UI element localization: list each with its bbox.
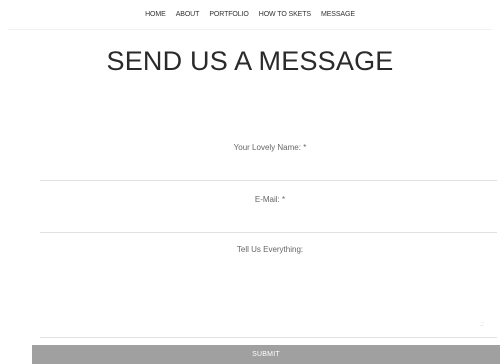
top-navigation: HOME ABOUT PORTFOLIO HOW TO SKETS MESSAG…	[0, 11, 500, 18]
nav-divider	[8, 29, 492, 30]
nav-item-how-to-skets[interactable]: HOW TO SKETS	[259, 11, 311, 18]
nav-item-message[interactable]: MESSAGE	[321, 11, 355, 18]
name-field-label: Your Lovely Name: *	[233, 143, 307, 152]
email-field-label: E-Mail: *	[254, 195, 286, 204]
name-field[interactable]	[40, 156, 497, 181]
page-title: SEND US A MESSAGE	[106, 46, 394, 76]
nav-item-about[interactable]: ABOUT	[176, 11, 200, 18]
nav-item-home[interactable]: HOME	[145, 11, 166, 18]
contact-page: HOME ABOUT PORTFOLIO HOW TO SKETS MESSAG…	[0, 0, 500, 364]
message-field-label: Tell Us Everything:	[236, 245, 304, 254]
nav-item-portfolio[interactable]: PORTFOLIO	[209, 11, 249, 18]
message-textarea[interactable]	[40, 257, 497, 338]
submit-button[interactable]: SUBMIT	[32, 345, 500, 364]
resize-grip-icon[interactable]: .:	[480, 321, 484, 328]
email-field[interactable]	[40, 208, 497, 233]
